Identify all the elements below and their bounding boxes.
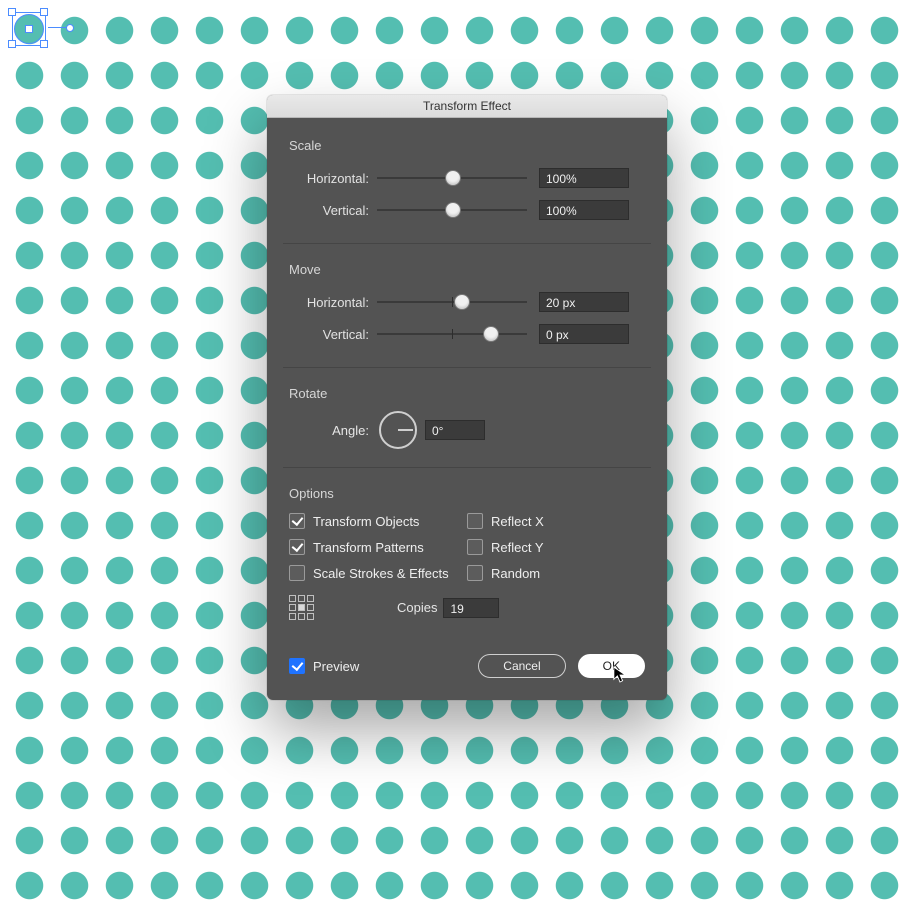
checkbox-icon [467, 565, 483, 581]
move-vertical-slider[interactable] [377, 324, 527, 344]
reflect-y-checkbox[interactable]: Reflect Y [467, 539, 645, 555]
checkbox-icon [467, 513, 483, 529]
scale-horizontal-field[interactable]: 100% [539, 168, 629, 188]
copies-label: Copies [397, 600, 437, 615]
reflect-x-label: Reflect X [491, 514, 544, 529]
anchor-point-selector[interactable] [289, 595, 317, 620]
checkbox-icon [467, 539, 483, 555]
selected-object-bbox[interactable] [8, 8, 48, 48]
scale-vertical-field[interactable]: 100% [539, 200, 629, 220]
options-section-label: Options [289, 486, 645, 501]
checkbox-icon [289, 513, 305, 529]
reflect-y-label: Reflect Y [491, 540, 544, 555]
angle-dial[interactable] [379, 411, 417, 449]
divider [283, 367, 651, 368]
checkbox-icon [289, 565, 305, 581]
cancel-button[interactable]: Cancel [478, 654, 565, 678]
ok-button-label: OK [603, 659, 620, 673]
scale-section-label: Scale [289, 138, 645, 153]
reflect-x-checkbox[interactable]: Reflect X [467, 513, 645, 529]
divider [283, 467, 651, 468]
dialog-title[interactable]: Transform Effect [267, 95, 667, 118]
random-checkbox[interactable]: Random [467, 565, 645, 581]
scale-strokes-checkbox[interactable]: Scale Strokes & Effects [289, 565, 467, 581]
scale-horizontal-slider[interactable] [377, 168, 527, 188]
rotate-section-label: Rotate [289, 386, 645, 401]
random-label: Random [491, 566, 540, 581]
move-horizontal-label: Horizontal: [289, 295, 369, 310]
checkbox-icon [289, 658, 305, 674]
ok-button[interactable]: OK [578, 654, 645, 678]
scale-vertical-slider[interactable] [377, 200, 527, 220]
preview-label: Preview [313, 659, 359, 674]
transform-objects-checkbox[interactable]: Transform Objects [289, 513, 467, 529]
scale-vertical-label: Vertical: [289, 203, 369, 218]
transform-patterns-checkbox[interactable]: Transform Patterns [289, 539, 467, 555]
scale-strokes-label: Scale Strokes & Effects [313, 566, 449, 581]
transform-objects-label: Transform Objects [313, 514, 419, 529]
angle-field[interactable]: 0° [425, 420, 485, 440]
checkbox-icon [289, 539, 305, 555]
move-vertical-label: Vertical: [289, 327, 369, 342]
copies-field[interactable]: 19 [443, 598, 499, 618]
move-horizontal-slider[interactable] [377, 292, 527, 312]
divider [283, 243, 651, 244]
transform-patterns-label: Transform Patterns [313, 540, 424, 555]
move-section-label: Move [289, 262, 645, 277]
move-vertical-field[interactable]: 0 px [539, 324, 629, 344]
scale-horizontal-label: Horizontal: [289, 171, 369, 186]
transform-effect-dialog: Transform Effect Scale Horizontal: 100% … [267, 95, 667, 700]
angle-label: Angle: [289, 423, 369, 438]
move-horizontal-field[interactable]: 20 px [539, 292, 629, 312]
preview-checkbox[interactable]: Preview [289, 658, 359, 674]
